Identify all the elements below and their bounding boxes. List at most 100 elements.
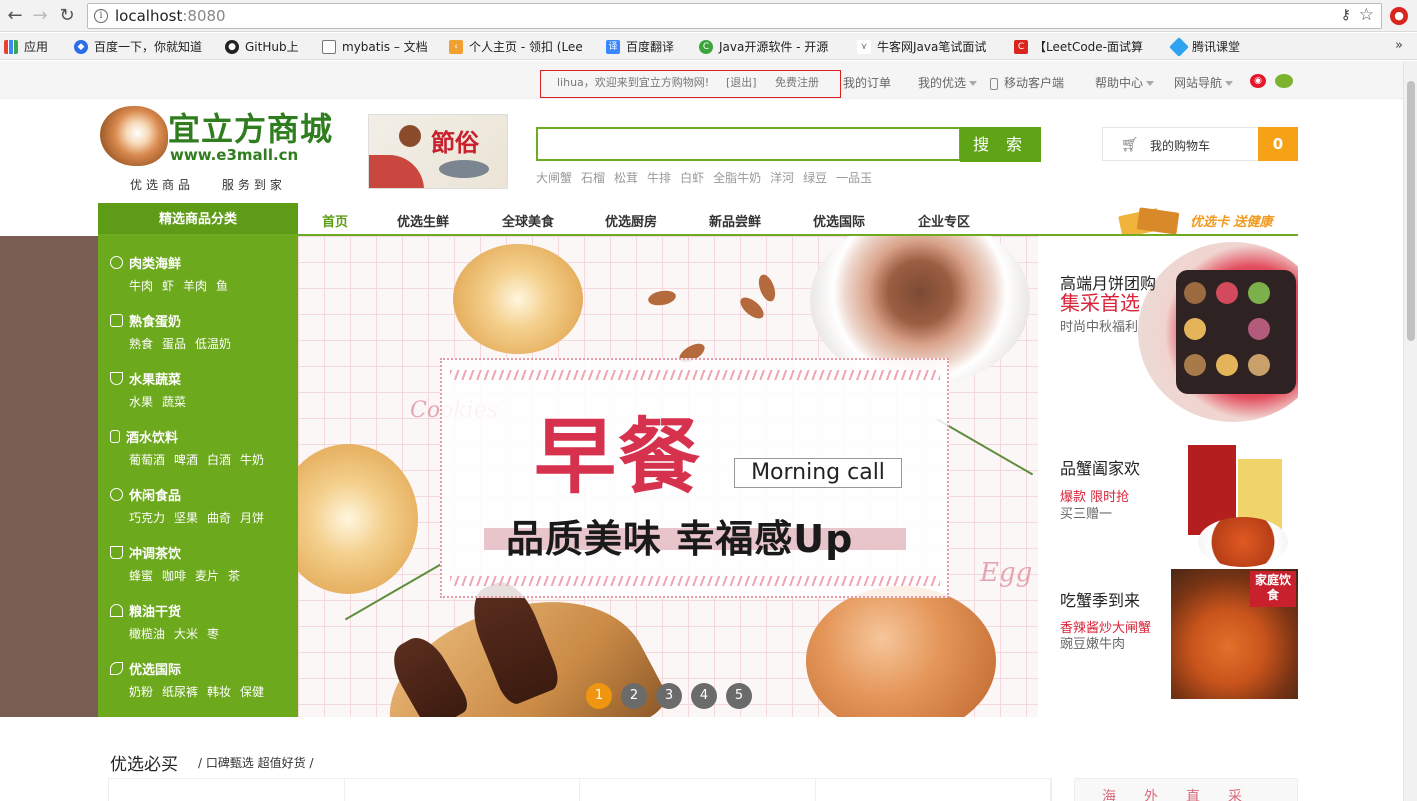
logout-link[interactable]: [退出] xyxy=(726,74,757,90)
category-drinks[interactable]: 酒水饮料 葡萄酒 啤酒 白酒 牛奶 xyxy=(110,427,290,468)
carousel-dot-1[interactable]: 1 xyxy=(586,683,612,709)
nav-new-arrivals[interactable]: 新品尝鲜 xyxy=(709,211,761,230)
subcategory-link[interactable]: 坚果 xyxy=(174,511,198,525)
address-url[interactable]: localhost:8080 xyxy=(115,7,226,25)
carousel-dot-2[interactable]: 2 xyxy=(621,683,647,709)
hotword-link[interactable]: 白虾 xyxy=(680,171,704,185)
wechat-icon[interactable] xyxy=(1275,74,1293,88)
reload-icon[interactable]: ↻ xyxy=(56,5,78,27)
category-international[interactable]: 优选国际 奶粉 纸尿裤 韩妆 保健 xyxy=(110,659,290,700)
hotword-link[interactable]: 大闸蟹 xyxy=(536,171,572,185)
subcategory-link[interactable]: 熟食 xyxy=(129,337,153,351)
category-menu-header[interactable]: 精选商品分类 xyxy=(98,203,298,236)
scrollbar-thumb[interactable] xyxy=(1407,81,1415,341)
subcategory-link[interactable]: 鱼 xyxy=(216,279,228,293)
bookmark-oschina[interactable]: C Java开源软件 - 开源 xyxy=(699,38,828,55)
back-arrow-icon[interactable]: ← xyxy=(4,5,26,27)
product-card[interactable] xyxy=(580,779,816,801)
subcategory-link[interactable]: 韩妆 xyxy=(207,685,231,699)
nav-international[interactable]: 优选国际 xyxy=(813,211,865,230)
bookmark-apps[interactable]: 应用 xyxy=(4,38,48,55)
overseas-direct-card[interactable]: 海外直采 xyxy=(1074,778,1298,801)
category-snacks[interactable]: 休闲食品 巧克力 坚果 曲奇 月饼 xyxy=(110,485,290,526)
subcategory-link[interactable]: 啤酒 xyxy=(174,453,198,467)
subcategory-link[interactable]: 保健 xyxy=(240,685,264,699)
bookmark-baidu[interactable]: ◆ 百度一下，你就知道 xyxy=(74,38,202,55)
bookmark-github[interactable]: ● GitHub上 xyxy=(225,38,299,55)
subcategory-link[interactable]: 低温奶 xyxy=(195,337,231,351)
weibo-icon[interactable]: ◉ xyxy=(1250,74,1266,88)
subcategory-link[interactable]: 橄榄油 xyxy=(129,627,165,641)
nav-kitchen[interactable]: 优选厨房 xyxy=(605,211,657,230)
carousel-dot-3[interactable]: 3 xyxy=(656,683,682,709)
site-nav-menu[interactable]: 网站导航 xyxy=(1174,74,1234,91)
hotword-link[interactable]: 洋河 xyxy=(770,171,794,185)
nav-home[interactable]: 首页 xyxy=(322,211,348,230)
key-icon[interactable]: ⚷ xyxy=(1341,7,1351,23)
promo-crab-season[interactable]: 家庭饮食 吃蟹季到来 香辣酱炒大闸蟹 豌豆嫩牛肉 xyxy=(1038,569,1298,699)
bookmark-leetcode[interactable]: ‹ 个人主页 - 领扣 (Lee xyxy=(449,38,583,55)
register-link[interactable]: 免费注册 xyxy=(775,74,819,90)
subcategory-link[interactable]: 水果 xyxy=(129,395,153,409)
bookmark-translate[interactable]: 译百度翻译 xyxy=(606,38,674,55)
subcategory-link[interactable]: 月饼 xyxy=(240,511,264,525)
product-card[interactable] xyxy=(345,779,580,801)
subcategory-link[interactable]: 咖啡 xyxy=(162,569,186,583)
subcategory-link[interactable]: 纸尿裤 xyxy=(162,685,198,699)
subcategory-link[interactable]: 枣 xyxy=(207,627,219,641)
my-picks-menu[interactable]: 我的优选 xyxy=(918,74,978,91)
logo-title[interactable]: 宜立方商城 xyxy=(168,104,333,150)
mobile-client-link[interactable]: 移动客户端 xyxy=(990,74,1064,91)
forward-arrow-icon[interactable]: → xyxy=(29,5,51,27)
carousel-dot-4[interactable]: 4 xyxy=(691,683,717,709)
hotword-link[interactable]: 松茸 xyxy=(614,171,638,185)
promo-mooncake[interactable]: 高端月饼团购 集采首选 时尚中秋福利 xyxy=(1038,236,1298,436)
product-card[interactable] xyxy=(816,779,1051,801)
bookmarks-overflow[interactable]: » xyxy=(1395,38,1403,53)
subcategory-link[interactable]: 茶 xyxy=(228,569,240,583)
category-grain-oil[interactable]: 粮油干货 橄榄油 大米枣 xyxy=(110,601,290,642)
carousel-dot-5[interactable]: 5 xyxy=(726,683,752,709)
subcategory-link[interactable]: 巧克力 xyxy=(129,511,165,525)
shopping-cart-button[interactable]: 🛒︎ 我的购物车 0 xyxy=(1102,127,1298,161)
page-scrollbar[interactable] xyxy=(1403,61,1417,801)
hotword-link[interactable]: 牛排 xyxy=(647,171,671,185)
category-tea-coffee[interactable]: 冲调茶饮 蜂蜜 咖啡 麦片茶 xyxy=(110,543,290,584)
hotword-link[interactable]: 一品玉 xyxy=(836,171,872,185)
hero-banner-carousel[interactable]: Cookies Egg 早餐 Morning call 品质美味 幸福感Up xyxy=(298,236,1038,717)
bookmark-csdn[interactable]: C 【LeetCode-面试算 xyxy=(1014,38,1143,55)
bookmark-tencent[interactable]: 腾讯课堂 xyxy=(1169,36,1240,57)
hotword-link[interactable]: 绿豆 xyxy=(803,171,827,185)
bookmark-nowcoder[interactable]: ⋎ 牛客网Java笔试面试 xyxy=(857,38,986,55)
search-input[interactable] xyxy=(536,127,961,161)
category-fruit-veg[interactable]: 水果蔬菜 水果 蔬菜 xyxy=(110,369,290,410)
promo-crab-family[interactable]: 品蟹阖家欢 爆款 限时抢 买三赠一 xyxy=(1038,437,1298,567)
category-deli-dairy[interactable]: 熟食蛋奶 熟食 蛋品 低温奶 xyxy=(110,311,290,352)
subcategory-link[interactable]: 奶粉 xyxy=(129,685,153,699)
info-icon[interactable]: i xyxy=(94,9,108,23)
subcategory-link[interactable]: 麦片 xyxy=(195,569,219,583)
address-bar[interactable]: i localhost:8080 ⚷ ☆ xyxy=(87,3,1382,29)
subcategory-link[interactable]: 蔬菜 xyxy=(162,395,186,409)
subcategory-link[interactable]: 曲奇 xyxy=(207,511,231,525)
extension-icon[interactable]: ● xyxy=(1390,7,1408,25)
nav-enterprise[interactable]: 企业专区 xyxy=(918,211,970,230)
bookmark-mybatis[interactable]: mybatis – 文档 xyxy=(322,38,428,55)
hotword-link[interactable]: 全脂牛奶 xyxy=(713,171,761,185)
category-meat-seafood[interactable]: 肉类海鲜 牛肉虾羊肉鱼 xyxy=(110,253,290,294)
subcategory-link[interactable]: 牛奶 xyxy=(240,453,264,467)
subcategory-link[interactable]: 羊肉 xyxy=(183,279,207,293)
subcategory-link[interactable]: 虾 xyxy=(162,279,174,293)
gift-card-promo[interactable]: 优选卡 送健康 xyxy=(1190,211,1273,230)
subcategory-link[interactable]: 蜂蜜 xyxy=(129,569,153,583)
search-button[interactable]: 搜 索 xyxy=(960,127,1041,162)
bookmark-star-icon[interactable]: ☆ xyxy=(1359,5,1374,25)
nav-global-food[interactable]: 全球美食 xyxy=(502,211,554,230)
subcategory-link[interactable]: 蛋品 xyxy=(162,337,186,351)
festival-ad[interactable]: 節俗 xyxy=(368,114,508,189)
subcategory-link[interactable]: 白酒 xyxy=(207,453,231,467)
help-center-menu[interactable]: 帮助中心 xyxy=(1095,74,1155,91)
subcategory-link[interactable]: 大米 xyxy=(174,627,198,641)
subcategory-link[interactable]: 牛肉 xyxy=(129,279,153,293)
subcategory-link[interactable]: 葡萄酒 xyxy=(129,453,165,467)
